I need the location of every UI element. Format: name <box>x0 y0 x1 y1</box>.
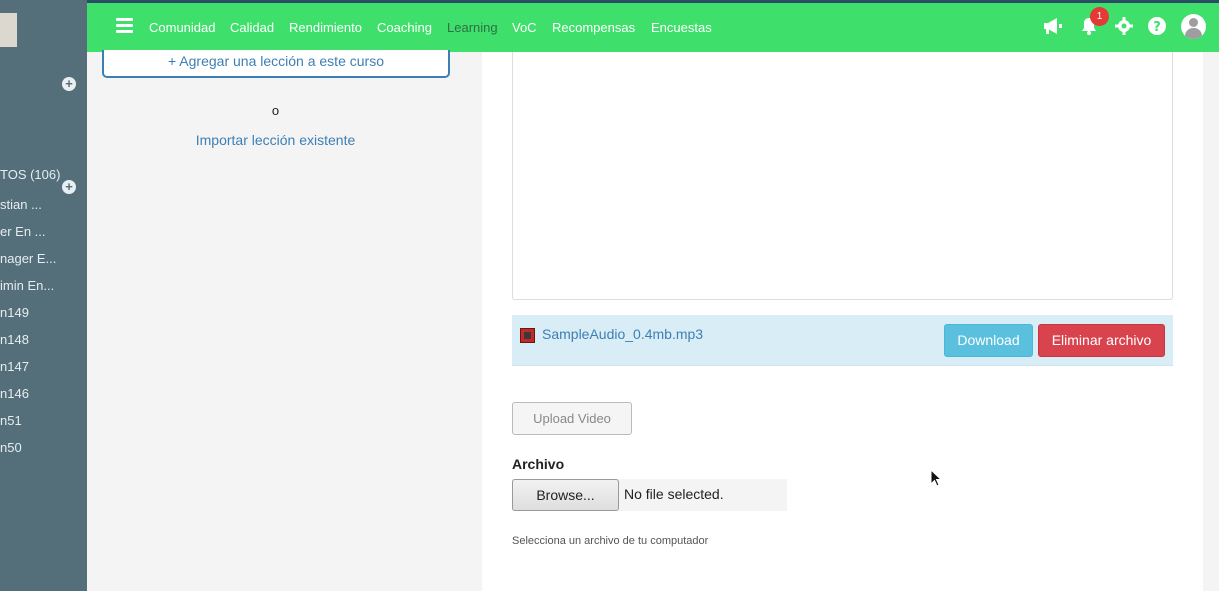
gear-icon[interactable] <box>1114 16 1134 40</box>
sidebar-item[interactable]: n148 <box>0 332 29 347</box>
add-circle-icon[interactable]: + <box>62 180 76 194</box>
nav-recompensas[interactable]: Recompensas <box>552 20 635 35</box>
add-lesson-button[interactable]: + Agregar una lección a este curso <box>102 50 450 78</box>
notification-badge: 1 <box>1090 7 1109 26</box>
delete-file-button[interactable]: Eliminar archivo <box>1038 324 1165 357</box>
sidebar: + + TOS (106) stian ... er En ... nager … <box>0 0 87 591</box>
nav-learning[interactable]: Learning <box>447 20 498 35</box>
sidebar-item[interactable]: n146 <box>0 386 29 401</box>
file-status-text: No file selected. <box>624 486 724 502</box>
content-editor[interactable] <box>512 52 1173 300</box>
media-file-icon <box>520 328 535 343</box>
sidebar-section-title: TOS (106) <box>0 167 61 182</box>
nav-comunidad[interactable]: Comunidad <box>149 20 216 35</box>
svg-text:?: ? <box>1153 20 1161 35</box>
top-navbar: Comunidad Calidad Rendimiento Coaching L… <box>87 3 1219 52</box>
sidebar-item[interactable]: er En ... <box>0 224 46 239</box>
sidebar-item[interactable]: n149 <box>0 305 29 320</box>
sidebar-item[interactable]: imin En... <box>0 278 54 293</box>
nav-encuestas[interactable]: Encuestas <box>651 20 712 35</box>
attachment-file-link[interactable]: SampleAudio_0.4mb.mp3 <box>542 326 703 342</box>
or-separator: o <box>271 103 280 118</box>
hamburger-menu-icon[interactable] <box>116 18 133 33</box>
sidebar-item[interactable]: n51 <box>0 413 22 428</box>
download-button[interactable]: Download <box>944 324 1033 357</box>
import-lesson-link[interactable]: Importar lección existente <box>0 132 551 148</box>
sidebar-item[interactable]: n147 <box>0 359 29 374</box>
upload-video-button[interactable]: Upload Video <box>512 402 632 435</box>
sidebar-thumbnail[interactable] <box>0 13 17 47</box>
file-help-text: Selecciona un archivo de tu computador <box>512 535 709 547</box>
file-field-label: Archivo <box>512 456 565 472</box>
sidebar-item[interactable]: stian ... <box>0 197 42 212</box>
sidebar-item[interactable]: nager E... <box>0 251 56 266</box>
help-icon[interactable]: ? <box>1147 16 1167 40</box>
browse-button[interactable]: Browse... <box>512 479 619 511</box>
sidebar-item[interactable]: n50 <box>0 440 22 455</box>
megaphone-icon[interactable] <box>1042 16 1064 40</box>
add-circle-icon[interactable]: + <box>62 77 76 91</box>
nav-voc[interactable]: VoC <box>512 20 537 35</box>
nav-rendimiento[interactable]: Rendimiento <box>289 20 362 35</box>
user-avatar[interactable] <box>1181 14 1206 39</box>
nav-calidad[interactable]: Calidad <box>230 20 274 35</box>
nav-coaching[interactable]: Coaching <box>377 20 432 35</box>
